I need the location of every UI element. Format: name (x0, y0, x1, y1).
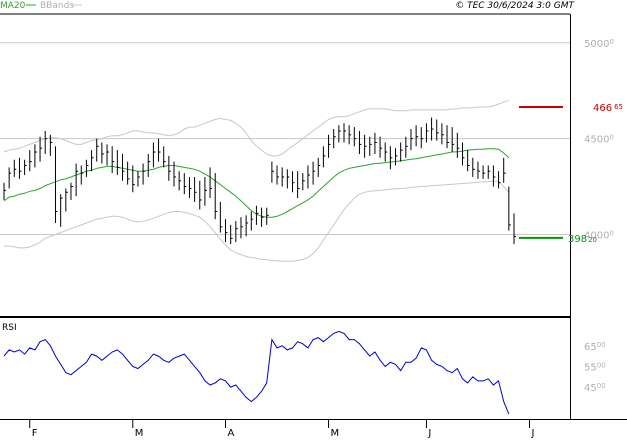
x-tick-label: M (331, 428, 340, 439)
copyright: © TEC 30/6/2024 3:0 GMT (455, 1, 575, 11)
legend-bb: BBands (40, 1, 74, 11)
x-tick-label: F (32, 428, 38, 439)
x-tick-label: A (228, 428, 235, 439)
x-tick-label: M (135, 428, 144, 439)
rsi-title: RSI (2, 323, 17, 333)
x-tick-label: J (427, 428, 431, 439)
x-tick-label: J (530, 428, 534, 439)
price-tick-label: 45000 (584, 134, 614, 146)
chart-canvas: MA20 BBands © TEC 30/6/2024 3:0 GMT 5000… (0, 0, 627, 440)
chart-root: MA20 BBands © TEC 30/6/2024 3:0 GMT 5000… (0, 0, 627, 440)
support-label: 39820 (568, 234, 597, 245)
price-tick-label: 50000 (584, 38, 614, 50)
legend-ma: MA20 (0, 1, 26, 11)
